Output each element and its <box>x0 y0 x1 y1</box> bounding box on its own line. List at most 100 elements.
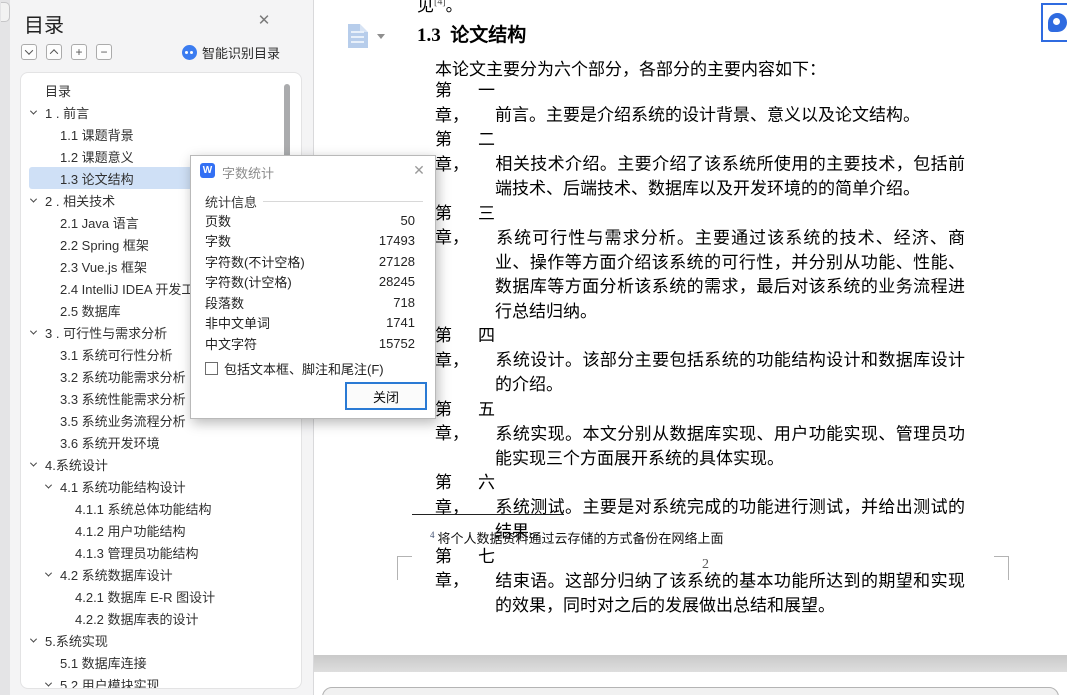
toc-item[interactable]: 5.系统实现 <box>29 629 293 651</box>
toc-item-label: 5.系统实现 <box>45 633 108 649</box>
toc-item-label: 1 . 前言 <box>45 105 90 121</box>
toc-item-label: 2.2 Spring 框架 <box>60 237 149 253</box>
toc-item-label: 2 . 相关技术 <box>45 193 116 209</box>
panel-collapse-handle[interactable] <box>1 2 10 22</box>
chevron-down-icon[interactable] <box>44 679 60 687</box>
stat-label: 段落数 <box>205 295 245 311</box>
next-document-page[interactable] <box>314 672 1067 695</box>
stat-label: 字符数(计空格) <box>205 275 292 291</box>
stat-label: 中文字符 <box>205 336 258 352</box>
chapter-label: 第一章， <box>435 81 495 125</box>
toc-item[interactable]: 4.系统设计 <box>29 453 293 475</box>
chevron-down-icon[interactable] <box>44 569 60 577</box>
toc-item-label: 4.系统设计 <box>45 457 108 473</box>
chevron-up-icon <box>49 49 59 58</box>
toc-item-label: 2.3 Vue.js 框架 <box>60 259 147 275</box>
toc-item[interactable]: 目录 <box>29 79 293 101</box>
intro-paragraph: 本论文主要分为六个部分，各部分的主要内容如下： <box>435 60 826 79</box>
chevron-down-icon[interactable] <box>29 635 45 643</box>
chapter-label: 第五章， <box>435 399 495 444</box>
toc-item[interactable]: 4.1 系统功能结构设计 <box>29 475 293 497</box>
chevron-down-icon[interactable] <box>29 327 45 335</box>
toc-item-label: 目录 <box>45 83 72 99</box>
toc-close-icon[interactable]: ✕ <box>255 12 273 30</box>
stat-value: 718 <box>393 294 415 310</box>
chapter-label: 第三章， <box>435 203 495 248</box>
dropdown-arrow-icon <box>377 34 385 43</box>
chapter-paragraph: 第四章， 系统设计。该部分主要包括系统的功能结构设计和数据库设计的介绍。 <box>435 324 965 398</box>
paste-options-button[interactable] <box>348 24 392 50</box>
footnote-marker: 4 <box>430 529 435 540</box>
toc-item[interactable]: 4.1.2 用户功能结构 <box>29 519 293 541</box>
smart-toc-label: 智能识别目录 <box>202 46 281 61</box>
toc-item-label: 4.2.1 数据库 E-R 图设计 <box>75 589 216 605</box>
stat-value: 27128 <box>378 253 415 269</box>
toc-item-label: 4.2 系统数据库设计 <box>60 567 173 583</box>
chevron-down-icon[interactable] <box>44 481 60 489</box>
include-footnotes-row[interactable]: 包括文本框、脚注和尾注(F) <box>205 359 384 378</box>
margin-corner-mark-left <box>397 556 412 580</box>
citation-mark: [4] <box>434 0 446 8</box>
chevron-down-icon[interactable] <box>29 107 45 115</box>
chapter-text: 结束语。这部分归纳了该系统的基本功能所达到的期望和实现的效果，同时对之后的发展做… <box>495 571 965 615</box>
assistant-icon <box>1048 13 1067 32</box>
chapter-paragraph: 第五章， 系统实现。本文分别从数据库实现、用户功能实现、管理员功能实现三个方面展开… <box>435 398 965 472</box>
stat-row: 中文字符 15752 <box>205 333 415 354</box>
page-number: 2 <box>702 557 709 572</box>
stat-value: 50 <box>400 212 415 228</box>
stat-row: 字符数(不计空格) 27128 <box>205 251 415 272</box>
toc-panel-title: 目录 <box>24 15 64 37</box>
dialog-close-icon[interactable]: ✕ <box>411 162 427 178</box>
stat-row: 字数 17493 <box>205 231 415 252</box>
toc-item-label: 4.1 系统功能结构设计 <box>60 479 186 495</box>
expand-all-button[interactable]: + <box>71 44 87 60</box>
toc-item[interactable]: 5.1 数据库连接 <box>29 651 293 673</box>
stat-label: 非中文单词 <box>205 316 271 332</box>
chapter-text: 系统实现。本文分别从数据库实现、用户功能实现、管理员功能实现三个方面展开系统的具… <box>495 424 965 468</box>
stat-row: 段落数 718 <box>205 292 415 313</box>
minus-icon: − <box>100 45 108 59</box>
smart-recognize-toc-button[interactable]: 智能识别目录 <box>182 43 280 62</box>
toc-item-label: 3.1 系统可行性分析 <box>60 347 173 363</box>
include-footnotes-checkbox[interactable] <box>205 362 218 375</box>
toc-item-label: 4.1.2 用户功能结构 <box>75 523 186 539</box>
chevron-down-icon[interactable] <box>29 195 45 203</box>
toc-item[interactable]: 5.2 用户模块实现 <box>29 673 293 689</box>
assistant-floating-button[interactable] <box>1041 3 1067 42</box>
chapter-label: 第四章， <box>435 326 495 370</box>
footnote-separator <box>412 514 564 515</box>
toc-item[interactable]: 4.1.1 系统总体功能结构 <box>29 497 293 519</box>
toc-item[interactable]: 4.2.1 数据库 E-R 图设计 <box>29 585 293 607</box>
toc-item[interactable]: 4.1.3 管理员功能结构 <box>29 541 293 563</box>
toc-item[interactable]: 3.6 系统开发环境 <box>29 431 293 453</box>
chapter-paragraph: 第三章， 系统可行性与需求分析。主要通过该系统的技术、经济、商业、操作等方面介绍该… <box>435 202 965 325</box>
toc-item-label: 2.5 数据库 <box>60 303 121 319</box>
stat-row: 页数 50 <box>205 210 415 231</box>
footnote: 4 将个人数据资料通过云存储的方式备份在网络上面 <box>430 529 724 546</box>
collapse-all-button[interactable]: − <box>96 44 112 60</box>
toc-item-label: 5.1 数据库连接 <box>60 655 147 671</box>
chapter-text: 系统设计。该部分主要包括系统的功能结构设计和数据库设计的介绍。 <box>495 350 965 395</box>
toc-item-label: 3.6 系统开发环境 <box>60 435 160 451</box>
dialog-titlebar[interactable]: W 字数统计 ✕ <box>191 156 435 184</box>
chapter-label: 第六章， <box>435 473 495 517</box>
next-page-content-box <box>322 687 1059 695</box>
toc-scrollbar-thumb[interactable] <box>284 84 290 160</box>
toc-item[interactable]: 4.2 系统数据库设计 <box>29 563 293 585</box>
stat-row: 非中文单词 1741 <box>205 313 415 334</box>
chapter-text: 相关技术介绍。主要介绍了该系统所使用的主要技术，包括前端技术、后端技术、数据库以… <box>495 154 965 199</box>
margin-corner-mark-right <box>994 556 1009 580</box>
toc-item-label: 5.2 用户模块实现 <box>60 677 160 689</box>
toc-item[interactable]: 4.2.2 数据库表的设计 <box>29 607 293 629</box>
chevron-down-icon[interactable] <box>29 459 45 467</box>
stats-group-label: 统计信息 <box>205 195 258 210</box>
stat-value: 17493 <box>378 233 415 249</box>
stat-row: 字符数(计空格) 28245 <box>205 272 415 293</box>
collapse-prev-button[interactable] <box>46 44 62 60</box>
close-button[interactable]: 关闭 <box>345 382 427 410</box>
group-divider <box>263 201 423 202</box>
toc-item[interactable]: 1.1 课题背景 <box>29 123 293 145</box>
expand-next-button[interactable] <box>21 44 37 60</box>
plus-icon: + <box>75 45 83 59</box>
toc-item[interactable]: 1 . 前言 <box>29 101 293 123</box>
